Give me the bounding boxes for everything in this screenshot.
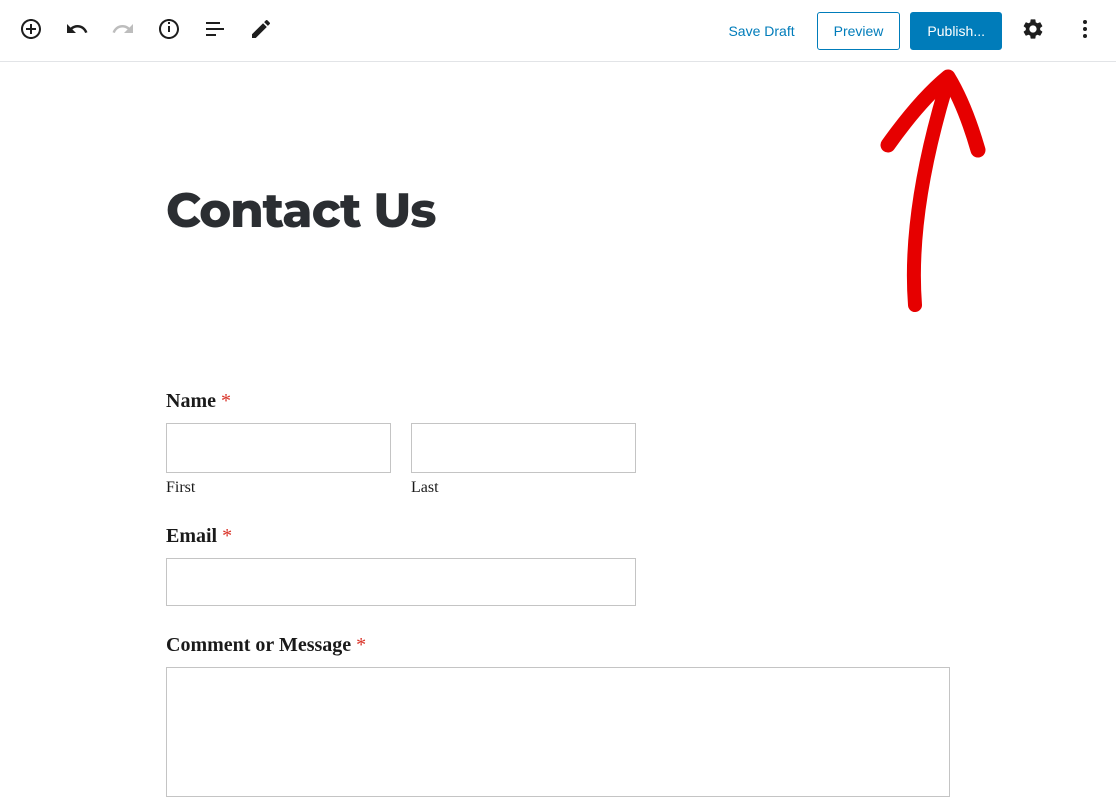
editor-toolbar: Save Draft Preview Publish... [0,0,1116,62]
last-name-sublabel: Last [411,479,636,497]
gear-icon [1021,17,1045,44]
redo-icon [111,17,135,44]
outline-button[interactable] [194,10,236,52]
preview-button[interactable]: Preview [817,12,901,50]
more-vertical-icon [1073,17,1097,44]
more-options-button[interactable] [1064,10,1106,52]
contact-form: Name * First Last Email * [166,390,950,802]
last-name-col: Last [411,423,636,497]
email-label: Email * [166,525,950,548]
toolbar-right-group: Save Draft Preview Publish... [716,10,1106,52]
required-marker: * [221,390,231,412]
editor-content: Contact Us Name * First Last Email [0,62,1116,802]
edit-button[interactable] [240,10,282,52]
email-field-group: Email * [166,525,950,606]
name-label-text: Name [166,390,216,412]
message-label-text: Comment or Message [166,634,351,656]
name-field-group: Name * First Last [166,390,950,497]
message-label: Comment or Message * [166,634,950,657]
redo-button[interactable] [102,10,144,52]
required-marker: * [356,634,366,656]
plus-circle-icon [19,17,43,44]
email-label-text: Email [166,525,217,547]
pencil-icon [249,17,273,44]
add-block-button[interactable] [10,10,52,52]
list-icon [203,17,227,44]
required-marker: * [222,525,232,547]
first-name-sublabel: First [166,479,391,497]
first-name-col: First [166,423,391,497]
undo-icon [65,17,89,44]
info-icon [157,17,181,44]
name-label: Name * [166,390,950,413]
last-name-input[interactable] [411,423,636,473]
undo-button[interactable] [56,10,98,52]
email-input[interactable] [166,558,636,606]
publish-button[interactable]: Publish... [910,12,1002,50]
info-button[interactable] [148,10,190,52]
message-input[interactable] [166,667,950,797]
name-row: First Last [166,423,950,497]
toolbar-left-group [10,10,282,52]
first-name-input[interactable] [166,423,391,473]
settings-button[interactable] [1012,10,1054,52]
save-draft-button[interactable]: Save Draft [716,15,806,47]
page-title[interactable]: Contact Us [166,182,950,240]
